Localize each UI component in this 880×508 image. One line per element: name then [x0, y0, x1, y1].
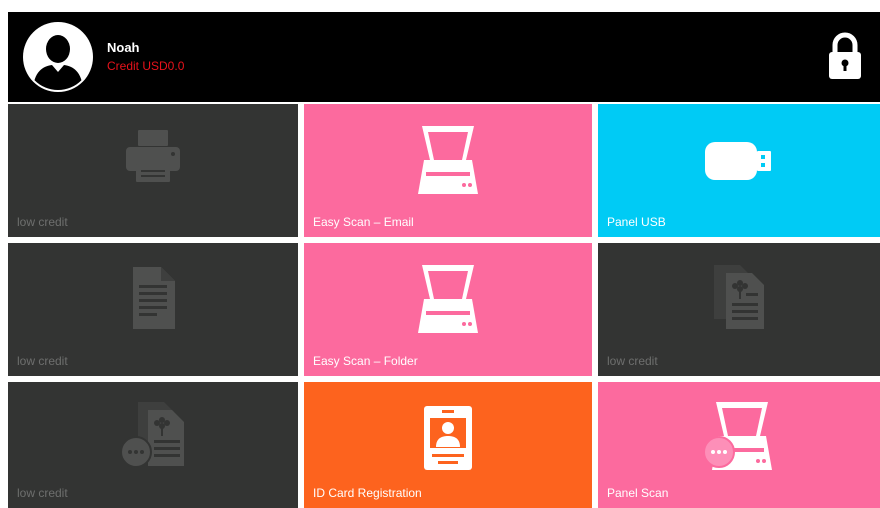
copy-documents-icon: [714, 265, 764, 329]
action-tile-grid: low credit Easy Scan – Email Panel USB l…: [8, 104, 880, 508]
tile-document[interactable]: low credit: [8, 243, 298, 376]
tile-label: low credit: [17, 215, 68, 229]
tile-copy[interactable]: low credit: [598, 243, 880, 376]
lock-icon[interactable]: [828, 32, 862, 80]
tile-panel-scan[interactable]: Panel Scan: [598, 382, 880, 508]
tile-easy-scan-email[interactable]: Easy Scan – Email: [304, 104, 592, 237]
header-bar: Noah Credit USD0.0: [8, 12, 880, 102]
scanner-icon: [418, 265, 478, 333]
scanner-icon: [418, 126, 478, 194]
tile-label: low credit: [17, 486, 68, 500]
tile-label: low credit: [607, 354, 658, 368]
credit-balance: Credit USD0.0: [107, 59, 185, 73]
scanner-more-icon: [703, 402, 772, 470]
tile-label: Panel Scan: [607, 486, 669, 500]
tile-easy-scan-folder[interactable]: Easy Scan – Folder: [304, 243, 592, 376]
id-card-icon: [424, 406, 472, 470]
tile-label: low credit: [17, 354, 68, 368]
tile-label: Panel USB: [607, 215, 666, 229]
tile-copy-more[interactable]: low credit: [8, 382, 298, 508]
usb-drive-icon: [705, 142, 771, 180]
tile-label: Easy Scan – Email: [313, 215, 414, 229]
copy-documents-more-icon: [120, 402, 184, 468]
tile-print[interactable]: low credit: [8, 104, 298, 237]
tile-label: Easy Scan – Folder: [313, 354, 418, 368]
terminal-screen: Noah Credit USD0.0 low credit Easy Scan …: [0, 0, 880, 508]
user-name: Noah: [107, 40, 140, 55]
tile-panel-usb[interactable]: Panel USB: [598, 104, 880, 237]
tile-id-card-registration[interactable]: ID Card Registration: [304, 382, 592, 508]
tile-label: ID Card Registration: [313, 486, 422, 500]
document-icon: [133, 267, 175, 329]
user-avatar-icon[interactable]: [23, 22, 93, 92]
printer-icon: [126, 130, 180, 182]
